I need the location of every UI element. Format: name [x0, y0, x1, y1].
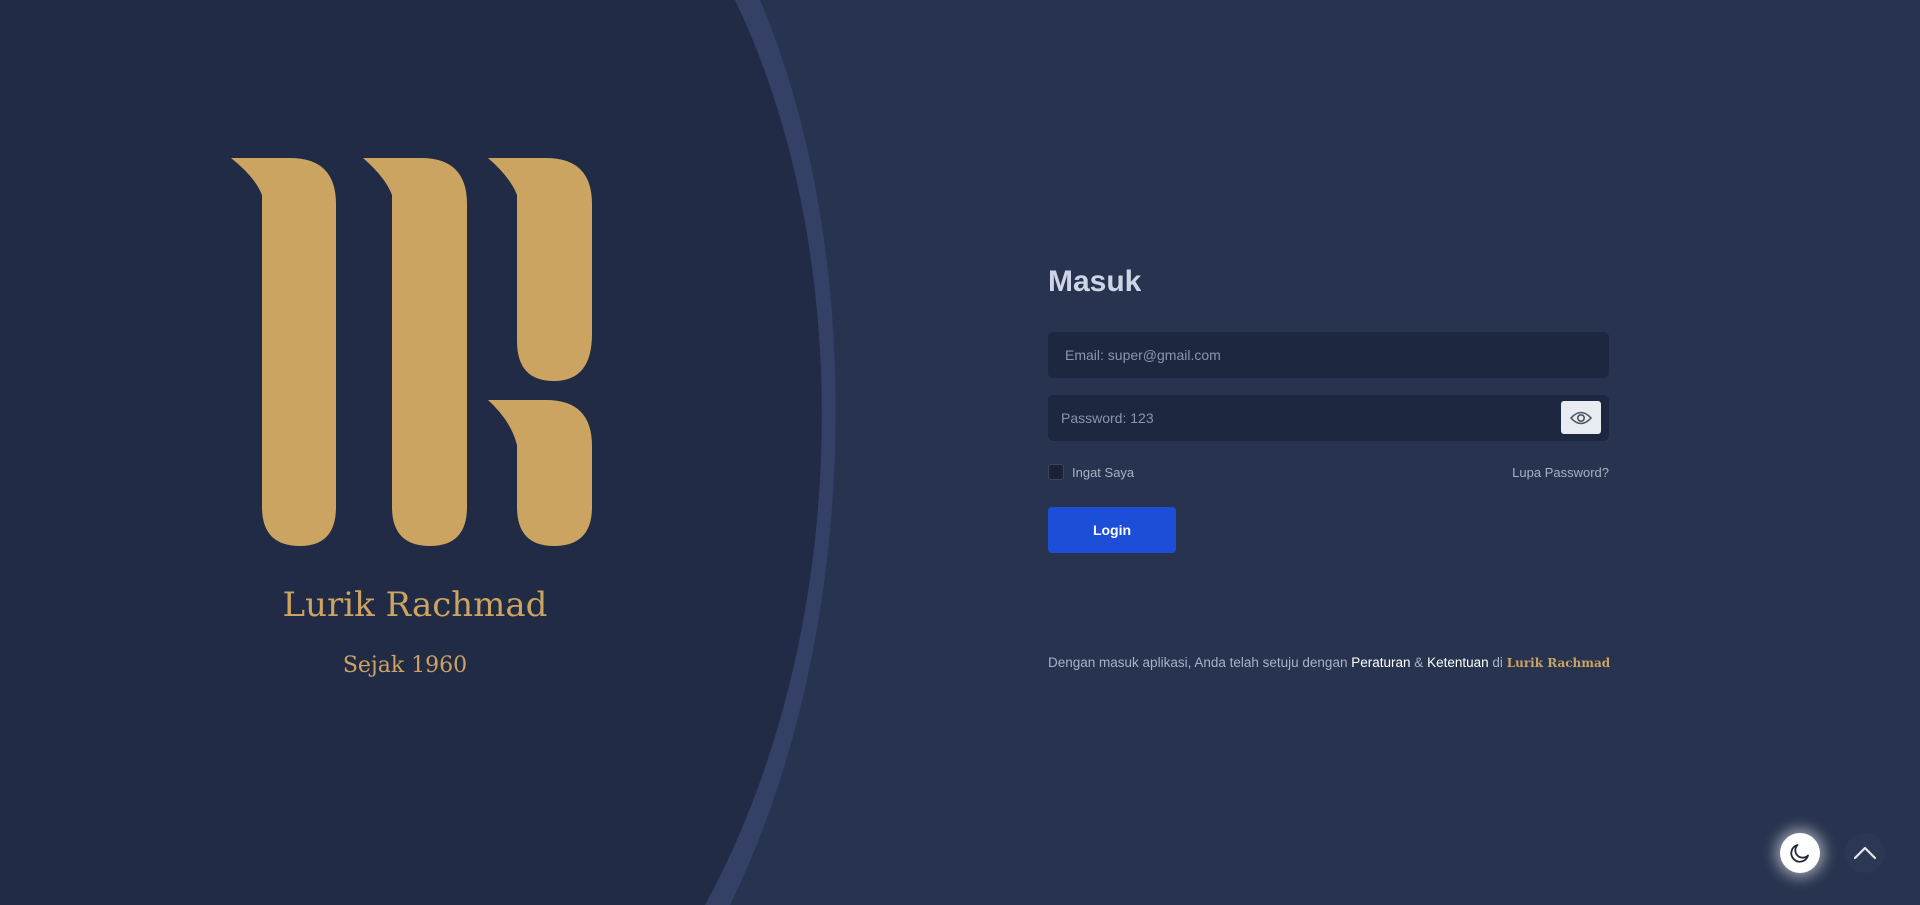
terms-brand: Lurik Rachmad: [1506, 656, 1611, 670]
toggle-password-button[interactable]: [1561, 401, 1601, 434]
forgot-password-link[interactable]: Lupa Password?: [1512, 465, 1609, 480]
terms-prefix: Dengan masuk aplikasi, Anda telah setuju…: [1048, 655, 1348, 670]
login-form: Masuk Email: super@gmail.com Password: 1…: [1048, 262, 1609, 553]
terms-amp: &: [1414, 655, 1424, 670]
remember-checkbox[interactable]: [1048, 464, 1064, 480]
rules-link[interactable]: Peraturan: [1351, 655, 1410, 670]
brand-logo: [231, 158, 592, 546]
scroll-top-button[interactable]: [1845, 833, 1885, 873]
theme-toggle-button[interactable]: [1780, 833, 1820, 873]
page-title: Masuk: [1048, 265, 1142, 298]
terms-notice: Dengan masuk aplikasi, Anda telah setuju…: [1048, 655, 1611, 670]
email-field[interactable]: Email: super@gmail.com: [1048, 332, 1609, 378]
brand-since: Sejak 1960: [342, 653, 468, 678]
eye-icon: [1570, 411, 1592, 424]
remember-label: Ingat Saya: [1072, 464, 1135, 480]
terms-at: di: [1492, 655, 1503, 670]
login-button[interactable]: Login: [1048, 507, 1176, 553]
password-placeholder: Password: 123: [1061, 410, 1154, 426]
remember-me[interactable]: Ingat Saya: [1048, 464, 1134, 480]
email-placeholder: Email: super@gmail.com: [1065, 347, 1221, 363]
branding-panel: Lurik Rachmad Sejak 1960: [0, 0, 860, 905]
terms-link[interactable]: Ketentuan: [1427, 655, 1489, 670]
chevron-up-icon: [1853, 846, 1877, 860]
form-options: Ingat Saya Lupa Password?: [1048, 463, 1609, 481]
password-field[interactable]: Password: 123: [1048, 395, 1609, 441]
moon-icon: [1790, 844, 1809, 863]
brand-name: Lurik Rachmad: [282, 585, 548, 625]
